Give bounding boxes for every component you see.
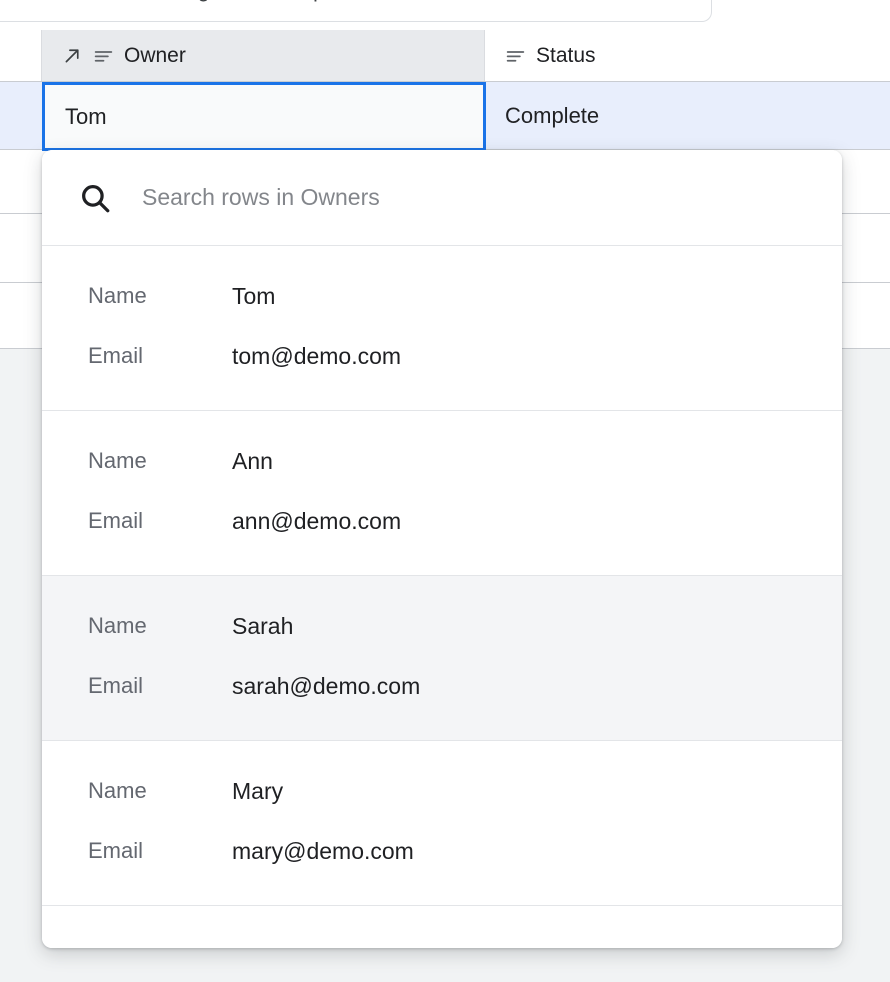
record-option[interactable]: Name Sarah Email sarah@demo.com xyxy=(42,576,842,741)
record-field-name: Name Sarah xyxy=(42,604,842,648)
toolbar-label-grid: Grid xyxy=(52,0,92,3)
field-value-email: sarah@demo.com xyxy=(232,673,420,700)
record-field-name: Name Ann xyxy=(42,439,842,483)
search-icon xyxy=(78,181,112,215)
toolbar-label-group: Group xyxy=(266,0,324,3)
field-value-email: ann@demo.com xyxy=(232,508,401,535)
field-label-email: Email xyxy=(42,508,232,534)
field-value-email: tom@demo.com xyxy=(232,343,401,370)
record-picker-search-bar[interactable] xyxy=(42,150,842,246)
arrow-up-icon xyxy=(671,0,693,2)
row-gutter[interactable] xyxy=(0,283,42,348)
text-lines-icon xyxy=(93,45,114,66)
record-field-email: Email tom@demo.com xyxy=(42,334,842,378)
field-label-name: Name xyxy=(42,448,232,474)
row-gutter[interactable] xyxy=(0,214,42,282)
toolbar-pin-button[interactable] xyxy=(671,0,711,2)
field-label-email: Email xyxy=(42,343,232,369)
record-field-email: Email mary@demo.com xyxy=(42,829,842,873)
record-picker-footer xyxy=(42,906,842,948)
grid-header-gutter xyxy=(0,30,42,81)
search-input[interactable] xyxy=(142,184,806,211)
record-option-list: Name Tom Email tom@demo.com Name Ann Ema… xyxy=(42,246,842,906)
toolbar-label-filter: Filter xyxy=(382,0,429,3)
record-field-name: Name Mary xyxy=(42,769,842,813)
toolbar-item-grid[interactable]: Grid xyxy=(8,0,105,11)
toolbar-label-config: Config xyxy=(149,0,210,3)
field-value-name: Tom xyxy=(232,283,275,310)
group-icon xyxy=(235,0,257,2)
column-header-owner-label: Owner xyxy=(124,44,186,68)
relation-arrow-icon xyxy=(62,45,83,66)
record-option[interactable]: Name Mary Email mary@demo.com xyxy=(42,741,842,906)
column-header-status-label: Status xyxy=(536,44,596,68)
row-gutter[interactable] xyxy=(0,82,42,149)
record-option[interactable]: Name Tom Email tom@demo.com xyxy=(42,246,842,411)
toolbar-item-filter[interactable]: Filter xyxy=(338,0,442,11)
field-label-name: Name xyxy=(42,613,232,639)
field-label-email: Email xyxy=(42,673,232,699)
field-value-name: Ann xyxy=(232,448,273,475)
column-header-owner[interactable]: Owner xyxy=(42,30,485,81)
cell-status[interactable]: Complete xyxy=(485,82,890,149)
active-cell-owner[interactable]: Tom xyxy=(42,82,486,151)
toolbar-item-group[interactable]: Group xyxy=(222,0,337,11)
app-root: Grid Config Group xyxy=(0,0,890,982)
field-value-name: Sarah xyxy=(232,613,293,640)
view-toolbar: Grid Config Group xyxy=(0,0,712,22)
sort-icon xyxy=(454,0,476,2)
toolbar-item-config[interactable]: Config xyxy=(105,0,223,11)
active-cell-value: Tom xyxy=(65,104,107,130)
toolbar-label-sort: Sort xyxy=(485,0,524,3)
field-label-email: Email xyxy=(42,838,232,864)
text-lines-icon xyxy=(505,45,526,66)
field-value-name: Mary xyxy=(232,778,283,805)
record-picker-dropdown: Name Tom Email tom@demo.com Name Ann Ema… xyxy=(42,150,842,948)
grid-icon xyxy=(21,0,43,2)
field-label-name: Name xyxy=(42,283,232,309)
record-option[interactable]: Name Ann Email ann@demo.com xyxy=(42,411,842,576)
grid-header-row: Owner Status xyxy=(0,30,890,82)
row-gutter[interactable] xyxy=(0,150,42,213)
toolbar-item-sort[interactable]: Sort xyxy=(441,0,537,11)
column-header-status[interactable]: Status xyxy=(485,30,890,81)
record-field-email: Email ann@demo.com xyxy=(42,499,842,543)
field-value-email: mary@demo.com xyxy=(232,838,414,865)
filter-icon xyxy=(351,0,373,2)
record-field-name: Name Tom xyxy=(42,274,842,318)
field-label-name: Name xyxy=(42,778,232,804)
record-field-email: Email sarah@demo.com xyxy=(42,664,842,708)
settings-icon xyxy=(118,0,140,2)
